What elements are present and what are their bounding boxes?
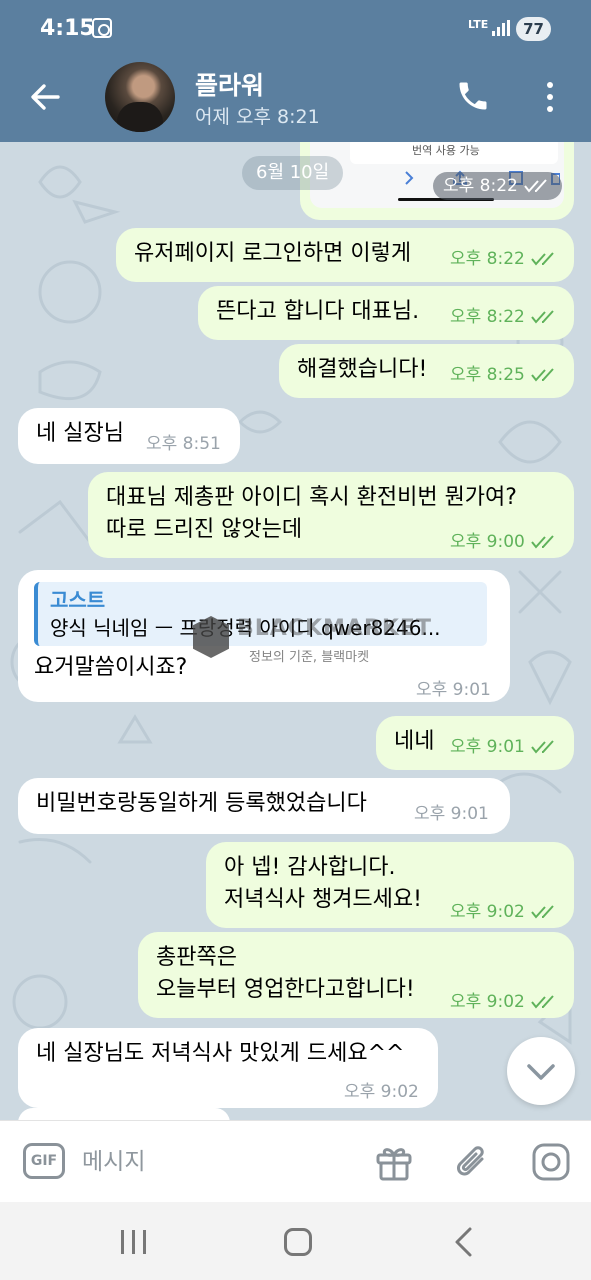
read-checkmarks-icon: [531, 310, 554, 324]
message-time: 오후 8:51: [146, 434, 221, 454]
chevron-down-icon: [527, 1064, 555, 1080]
message-composer: GIF: [0, 1120, 591, 1202]
incoming-message[interactable]: 비밀번호랑동일하게 등록했었습니다 오후 9:01: [18, 778, 510, 834]
status-time: 4:15: [40, 16, 95, 41]
read-checkmarks-icon: [531, 740, 554, 754]
message-time: 오후 9:01: [416, 680, 491, 700]
read-checkmarks-icon: [531, 252, 554, 266]
scroll-to-bottom-button[interactable]: [507, 1037, 575, 1105]
watermark-subtitle: 정보의 기준, 블랙마켓: [249, 650, 370, 665]
message-text: 비밀번호랑동일하게 등록했었습니다: [36, 791, 367, 816]
outgoing-message[interactable]: 유저페이지 로그인하면 이렇게 오후 8:22: [116, 228, 574, 282]
recent-apps-icon[interactable]: [119, 1230, 149, 1254]
screenshot-image-message[interactable]: 번역 사용 가능 오후 8:22: [300, 142, 574, 220]
status-bar: 4:15 LTE 77: [0, 0, 591, 58]
message-text: 뜬다고 합니다 대표님.: [216, 299, 420, 324]
gift-icon[interactable]: [373, 1141, 415, 1183]
message-input[interactable]: [82, 1143, 332, 1181]
outgoing-message[interactable]: 뜬다고 합니다 대표님. 오후 8:22: [198, 286, 574, 340]
date-divider: 6월 10일: [242, 156, 344, 190]
message-time: 오후 9:02: [344, 1082, 419, 1102]
chat-header: 플라워 어제 오후 8:21: [0, 58, 591, 142]
read-checkmarks-icon: [531, 535, 554, 549]
message-line: 대표님 제총판 아이디 혹시 환전비번 뭔가여?: [106, 485, 517, 510]
watermark-title: BLACKMARKET: [237, 616, 432, 641]
outgoing-message[interactable]: 네네 오후 9:01: [376, 716, 574, 770]
reply-author: 고스트: [50, 588, 106, 612]
watermark-logo: BLACKMARKET 정보의 기준, 블랙마켓: [185, 614, 431, 674]
incoming-message[interactable]: 네 실장님 오후 8:51: [18, 408, 240, 464]
back-nav-icon[interactable]: [452, 1226, 476, 1258]
message-text: 네 실장님: [36, 421, 124, 446]
phone-call-icon[interactable]: [455, 78, 491, 114]
outgoing-message[interactable]: 해결했습니다! 오후 8:25: [279, 344, 574, 398]
message-text: 해결했습니다!: [297, 357, 428, 382]
last-seen-status: 어제 오후 8:21: [195, 106, 320, 128]
message-line: 총판쪽은: [156, 945, 237, 970]
back-arrow-icon[interactable]: [28, 80, 62, 114]
attach-paperclip-icon[interactable]: [452, 1141, 494, 1183]
message-time: 오후 9:01: [414, 804, 489, 824]
battery-indicator: 77: [516, 17, 551, 41]
message-time: 오후 8:22: [450, 243, 559, 275]
screenshot-icon: [92, 18, 112, 38]
more-options-icon[interactable]: [540, 80, 560, 114]
message-time: 오후 8:22: [433, 172, 562, 200]
message-text: 네 실장님도 저녁식사 맛있게 드세요^^: [36, 1041, 405, 1066]
message-text: 네네: [394, 729, 435, 754]
message-time: 오후 8:22: [450, 301, 559, 333]
outgoing-message[interactable]: 대표님 제총판 아이디 혹시 환전비번 뭔가여? 따로 드리진 않앗는데 오후 …: [88, 472, 574, 558]
message-time: 오후 8:25: [450, 359, 559, 391]
message-time: 오후 9:00: [450, 526, 559, 558]
read-checkmarks-icon: [531, 368, 554, 382]
message-time: 오후 9:02: [450, 896, 559, 928]
signal-icon: [492, 20, 510, 36]
contact-name[interactable]: 플라워: [195, 66, 264, 102]
home-icon[interactable]: [284, 1228, 312, 1256]
read-checkmarks-icon: [531, 995, 554, 1009]
read-checkmarks-icon: [531, 905, 554, 919]
watermark-badge-icon: [193, 616, 229, 658]
message-time: 오후 9:01: [450, 731, 559, 763]
network-type: LTE: [468, 18, 489, 31]
message-line: 아 넵! 감사합니다.: [224, 855, 396, 880]
outgoing-message[interactable]: 총판쪽은 오늘부터 영업한다고합니다! 오후 9:02: [138, 932, 574, 1018]
gif-button[interactable]: GIF: [23, 1143, 65, 1179]
message-text: 유저페이지 로그인하면 이렇게: [134, 241, 412, 266]
translate-banner: 번역 사용 가능: [350, 142, 558, 164]
outgoing-message[interactable]: 아 넵! 감사합니다. 저녁식사 챙겨드세요! 오후 9:02: [206, 842, 574, 928]
contact-avatar[interactable]: [105, 62, 175, 132]
system-navigation-bar: [0, 1202, 591, 1280]
incoming-message-partial[interactable]: [18, 1108, 230, 1120]
camera-icon[interactable]: [530, 1141, 572, 1183]
incoming-message[interactable]: 네 실장님도 저녁식사 맛있게 드세요^^ 오후 9:02: [18, 1028, 438, 1108]
message-time: 오후 9:02: [450, 986, 559, 1018]
